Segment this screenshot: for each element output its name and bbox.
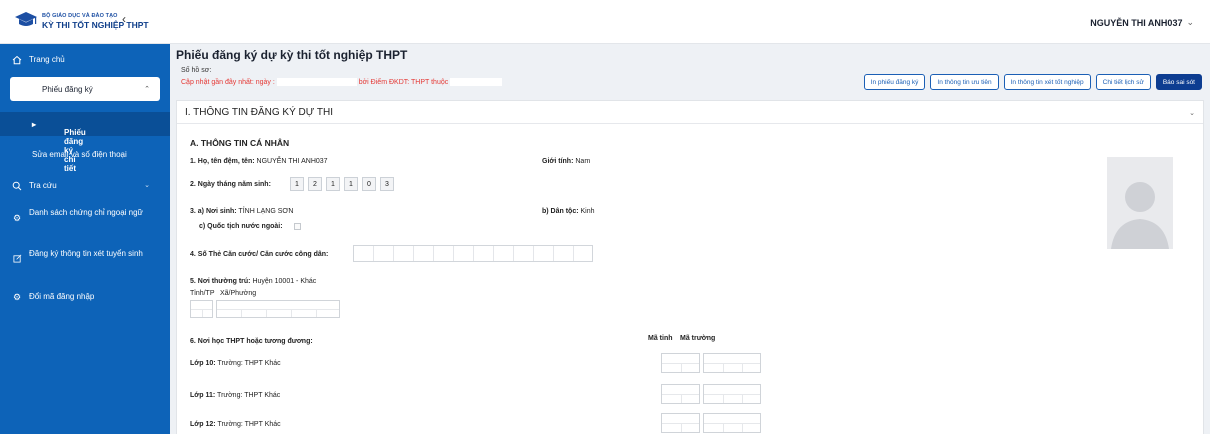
id-label: 4. Số Thẻ Căn cước/ Căn cước công dân:	[190, 251, 329, 258]
sidebar-item-chung-chi[interactable]: ⚙ Danh sách chứng chỉ ngoại ngữ	[0, 207, 170, 224]
grade-12-ma-truong[interactable]	[703, 413, 761, 433]
divider	[177, 123, 1203, 124]
dob-digit: 2	[308, 177, 322, 191]
avatar	[1107, 157, 1173, 249]
home-icon	[12, 55, 22, 67]
page-title: Phiếu đăng ký dự kỳ thi tốt nghiệp THPT	[176, 48, 408, 62]
settings-icon: ⚙	[12, 213, 22, 223]
graduation-cap-icon	[14, 10, 38, 32]
history-button[interactable]: Chi tiết lịch sử	[1095, 74, 1151, 90]
ward-label: Xã/Phường	[220, 290, 257, 297]
print-priority-button[interactable]: In thông tin ưu tiên	[930, 74, 999, 90]
ma-tinh-header: Mã tỉnh	[648, 335, 673, 342]
logo[interactable]: BỘ GIÁO DỤC VÀ ĐÀO TẠO KỲ THI TỐT NGHIỆP…	[14, 10, 149, 32]
sidebar-item-phieu-chi-tiet[interactable]: ▸ Phiếu đăng ký chi tiết	[0, 112, 170, 173]
edit-icon	[12, 254, 22, 265]
sidebar-item-label: Trang chủ	[29, 55, 65, 64]
grade-10-row: Lớp 10: Trường: THPT Khác	[190, 360, 281, 367]
dob-digit: 3	[380, 177, 394, 191]
dob-digit: 1	[290, 177, 304, 191]
sidebar-item-tra-cuu[interactable]: Tra cứu ⌄	[0, 181, 170, 193]
chevron-down-icon: ⌄	[144, 182, 150, 189]
print-form-button[interactable]: In phiếu đăng ký	[863, 74, 926, 90]
school-label: 6. Nơi học THPT hoặc tương đương:	[190, 338, 313, 345]
ward-code-box[interactable]	[216, 300, 340, 318]
dob-digit: 0	[362, 177, 376, 191]
grade-11-ma-truong[interactable]	[703, 384, 761, 404]
sidebar-item-label: Đăng ký thông tin xét tuyển sinh	[29, 249, 143, 258]
sidebar-item-label: Danh sách chứng chỉ ngoại ngữ	[29, 208, 143, 217]
sidebar-item-label: Đổi mã đăng nhập	[29, 292, 95, 301]
grade-11-row: Lớp 11: Trường: THPT Khác	[190, 392, 281, 399]
sidebar-item-home[interactable]: Trang chủ	[0, 55, 170, 67]
main-content: Phiếu đăng ký dự kỳ thi tốt nghiệp THPT …	[170, 44, 1210, 434]
dob-digit: 1	[344, 177, 358, 191]
logo-line2: KỲ THI TỐT NGHIỆP THPT	[42, 19, 149, 30]
sidebar-item-label: Tra cứu	[29, 181, 57, 190]
print-graduation-button[interactable]: In thông tin xét tốt nghiệp	[1003, 74, 1091, 90]
grade-10-ma-truong[interactable]	[703, 353, 761, 373]
residence-row: 5. Nơi thường trú: Huyện 10001 - Khác	[190, 278, 317, 285]
grade-11-ma-tinh[interactable]	[661, 384, 700, 404]
settings-icon: ⚙	[12, 292, 22, 302]
chevron-down-icon[interactable]: ⌄	[1189, 109, 1195, 117]
personal-info-title: A. THÔNG TIN CÁ NHÂN	[190, 138, 290, 148]
sidebar: Trang chủ Phiếu đăng ký ⌃ ▸ Phiếu đăng k…	[0, 44, 170, 434]
report-error-button[interactable]: Báo sai sót	[1155, 74, 1202, 90]
sidebar-item-sua-email[interactable]: Sửa email và số điện thoại	[0, 150, 170, 159]
sidebar-item-label: ▸ Phiếu đăng ký chi tiết	[32, 120, 86, 173]
grade-12-row: Lớp 12: Trường: THPT Khác	[190, 421, 281, 428]
province-code-box[interactable]	[190, 300, 213, 318]
dob-label: 2. Ngày tháng năm sinh:	[190, 181, 271, 188]
id-number-field[interactable]	[353, 245, 593, 262]
registration-card: I. THÔNG TIN ĐĂNG KÝ DỰ THI ⌄ A. THÔNG T…	[176, 100, 1204, 434]
user-menu[interactable]: NGUYỄN THI ANH037 ⌄	[1090, 17, 1194, 28]
search-icon	[12, 181, 22, 193]
sidebar-item-label: Sửa email và số điện thoại	[32, 150, 127, 159]
chevron-up-icon: ⌃	[144, 86, 150, 93]
user-name: NGUYỄN THI ANH037	[1090, 17, 1183, 28]
sidebar-item-phieu-dang-ky[interactable]: Phiếu đăng ký ⌃	[10, 77, 160, 101]
grade-10-ma-tinh[interactable]	[661, 353, 700, 373]
top-bar: BỘ GIÁO DỤC VÀ ĐÀO TẠO KỲ THI TỐT NGHIỆP…	[0, 0, 1210, 44]
chevron-down-icon: ⌄	[1186, 17, 1194, 27]
foreign-label: c) Quốc tịch nước ngoài:	[199, 223, 283, 230]
sidebar-item-xet-tuyen[interactable]: Đăng ký thông tin xét tuyển sinh	[0, 248, 170, 265]
grade-12-ma-tinh[interactable]	[661, 413, 700, 433]
section-title[interactable]: I. THÔNG TIN ĐĂNG KÝ DỰ THI	[185, 107, 333, 118]
ethnic-row: b) Dân tộc: Kinh	[542, 208, 595, 215]
updated-info: Cập nhật gần đây nhất: ngày : bởi Điểm Đ…	[181, 78, 503, 86]
name-row: 1. Họ, tên đệm, tên: NGUYỄN THI ANH037	[190, 158, 328, 165]
collapse-sidebar-icon[interactable]: ‹	[122, 12, 126, 26]
ma-truong-header: Mã trường	[680, 335, 716, 342]
sidebar-item-doi-ma[interactable]: ⚙ Đổi mã đăng nhập	[0, 292, 170, 303]
logo-line1: BỘ GIÁO DỤC VÀ ĐÀO TẠO	[42, 12, 118, 19]
ho-so-label: Số hồ sơ:	[181, 67, 212, 74]
province-label: Tỉnh/TP	[190, 290, 215, 297]
action-buttons: In phiếu đăng ký In thông tin ưu tiên In…	[863, 74, 1202, 90]
foreign-checkbox[interactable]	[294, 223, 301, 230]
sidebar-item-label: Phiếu đăng ký	[42, 85, 93, 94]
dob-digit: 1	[326, 177, 340, 191]
birthplace-row: 3. a) Nơi sinh: TỈNH LẠNG SƠN	[190, 208, 294, 215]
gender-row: Giới tính: Nam	[542, 158, 591, 165]
